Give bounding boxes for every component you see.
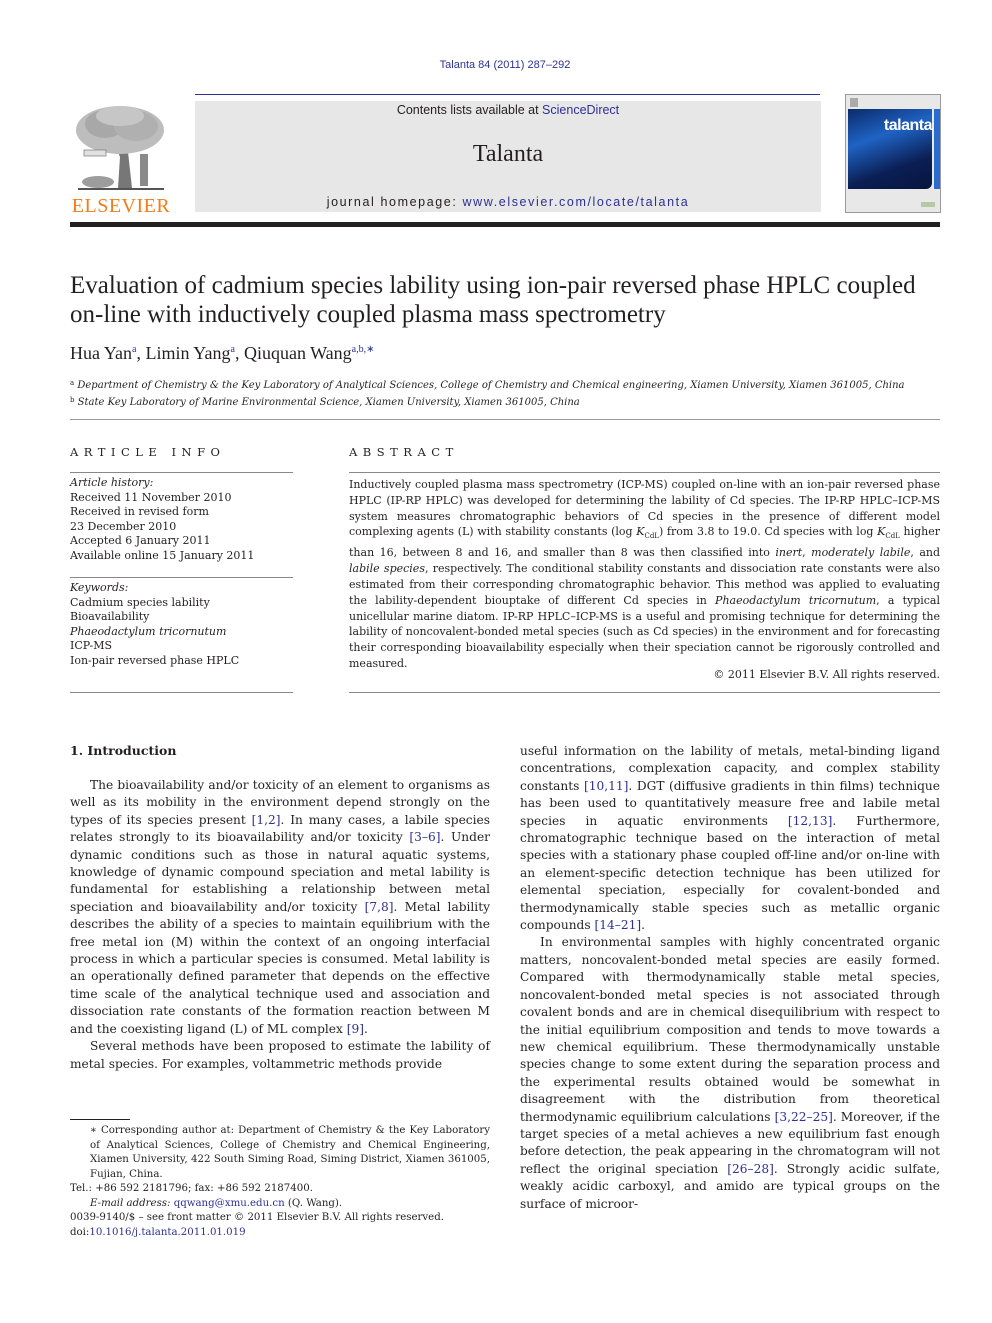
- paragraph: Several methods have been proposed to es…: [70, 1039, 490, 1071]
- divider: [349, 472, 940, 473]
- email-owner: (Q. Wang).: [284, 1197, 343, 1209]
- journal-homepage-link[interactable]: www.elsevier.com/locate/talanta: [463, 195, 690, 209]
- paragraph: The bioavailability and/or toxicity of a…: [70, 778, 490, 1036]
- author-affiliation-mark[interactable]: a: [231, 344, 235, 355]
- cover-spine: [934, 109, 940, 189]
- divider: [70, 472, 293, 473]
- keyword: Bioavailability: [70, 610, 150, 623]
- journal-reference[interactable]: Talanta 84 (2011) 287–292: [0, 59, 992, 71]
- article-info-heading: ARTICLE INFO: [70, 445, 226, 459]
- email-link[interactable]: qqwang@xmu.edu.cn: [174, 1198, 285, 1209]
- cover-title: talanta: [883, 117, 933, 134]
- tree-icon: [76, 106, 164, 190]
- issn-line: 0039-9140/$ – see front matter © 2011 El…: [70, 1212, 444, 1223]
- affiliation-key: a: [70, 379, 75, 387]
- keyword: Ion-pair reversed phase HPLC: [70, 653, 240, 667]
- history-item: 23 December 2010: [70, 519, 177, 533]
- history-item: Accepted 6 January 2011: [70, 534, 211, 547]
- history-item: Received 11 November 2010: [70, 490, 232, 504]
- journal-name: Talanta: [472, 141, 544, 167]
- citation-link[interactable]: [1,2]: [252, 813, 281, 827]
- affiliations: a Department of Chemistry & the Key Labo…: [70, 376, 905, 410]
- citation-link[interactable]: [10,11]: [584, 779, 628, 793]
- footnote-rule: [70, 1119, 130, 1120]
- affiliation: b State Key Laboratory of Marine Environ…: [70, 393, 905, 410]
- keyword: Cadmium species lability: [70, 595, 210, 609]
- paragraph: useful information on the lability of me…: [520, 744, 940, 933]
- corresponding-author-footnote: ∗ Corresponding author at: Department of…: [70, 1124, 490, 1212]
- copyright-notice: © 2011 Elsevier B.V. All rights reserved…: [713, 668, 940, 681]
- citation-link[interactable]: [3–6]: [409, 830, 440, 844]
- email-label: E-mail address:: [90, 1197, 171, 1209]
- email-line: E-mail address: qqwang@xmu.edu.cn (Q. Wa…: [70, 1197, 490, 1212]
- divider: [349, 692, 940, 693]
- citation-link[interactable]: [7,8]: [365, 900, 394, 914]
- author-name: Limin Yang: [145, 343, 231, 363]
- paper-title: Evaluation of cadmium species lability u…: [70, 272, 916, 328]
- section-heading-introduction: 1. Introduction: [70, 743, 177, 758]
- history-item: Received in revised form: [70, 505, 209, 518]
- divider: [70, 692, 293, 693]
- keywords-label: Keywords:: [70, 581, 129, 594]
- body-column-left: The bioavailability and/or toxicity of a…: [70, 777, 490, 1073]
- elsevier-wordmark: ELSEVIER: [71, 195, 171, 217]
- journal-homepage-line: journal homepage: www.elsevier.com/locat…: [195, 195, 821, 209]
- corresponding-address: ∗ Corresponding author at: Department of…: [90, 1125, 490, 1180]
- history-item: Available online 15 January 2011: [70, 548, 255, 562]
- masthead-rule: [70, 222, 940, 227]
- citation-link[interactable]: [26–28]: [727, 1162, 774, 1176]
- abstract-text: Inductively coupled plasma mass spectrom…: [349, 478, 941, 670]
- author-affiliation-mark[interactable]: a: [132, 344, 136, 355]
- keyword: Phaeodactylum tricornutum: [70, 624, 227, 638]
- affiliation-text: Department of Chemistry & the Key Labora…: [77, 380, 905, 391]
- body-column-right: useful information on the lability of me…: [520, 743, 940, 1213]
- affiliation: a Department of Chemistry & the Key Labo…: [70, 376, 905, 393]
- keyword: ICP-MS: [70, 639, 113, 652]
- paragraph: In environmental samples with highly con…: [520, 935, 940, 1211]
- header-rule: [195, 94, 820, 95]
- article-history: Article history: Received 11 November 20…: [70, 476, 254, 563]
- affiliation-key: b: [70, 396, 75, 404]
- keywords: Keywords: Cadmium species lability Bioav…: [70, 581, 239, 668]
- doi-line: doi:10.1016/j.talanta.2011.01.019: [70, 1226, 444, 1241]
- cover-footer-icon: [921, 202, 935, 207]
- doi-link[interactable]: 10.1016/j.talanta.2011.01.019: [89, 1227, 245, 1238]
- citation-link[interactable]: [9]: [347, 1022, 364, 1036]
- divider: [70, 577, 293, 578]
- sciencedirect-link[interactable]: ScienceDirect: [542, 103, 619, 117]
- cover-logo-icon: [850, 98, 858, 107]
- contact-phone: Tel.: +86 592 2181796; fax: +86 592 2187…: [70, 1183, 313, 1195]
- doi-prefix: doi:: [70, 1226, 90, 1238]
- citation-link[interactable]: [12,13]: [788, 814, 832, 828]
- affiliation-text: State Key Laboratory of Marine Environme…: [77, 397, 580, 408]
- history-label: Article history:: [70, 476, 154, 489]
- homepage-prefix: journal homepage:: [326, 195, 463, 209]
- author-affiliation-mark[interactable]: a,b,∗: [352, 344, 375, 355]
- citation-link[interactable]: [14–21]: [595, 918, 642, 932]
- contents-prefix: Contents lists available at: [396, 103, 543, 117]
- author-name: Hua Yan: [70, 343, 133, 363]
- journal-cover-image: talanta: [845, 94, 941, 213]
- author-name: Qiuquan Wang: [243, 343, 352, 363]
- citation-link[interactable]: [3,22–25]: [775, 1110, 833, 1124]
- author-list: Hua Yana, Limin Yanga, Qiuquan Wanga,b,∗: [70, 343, 375, 363]
- front-matter: 0039-9140/$ – see front matter © 2011 El…: [70, 1211, 444, 1240]
- divider: [70, 419, 940, 420]
- abstract-heading: ABSTRACT: [349, 445, 459, 459]
- contents-line: Contents lists available at ScienceDirec…: [195, 103, 821, 117]
